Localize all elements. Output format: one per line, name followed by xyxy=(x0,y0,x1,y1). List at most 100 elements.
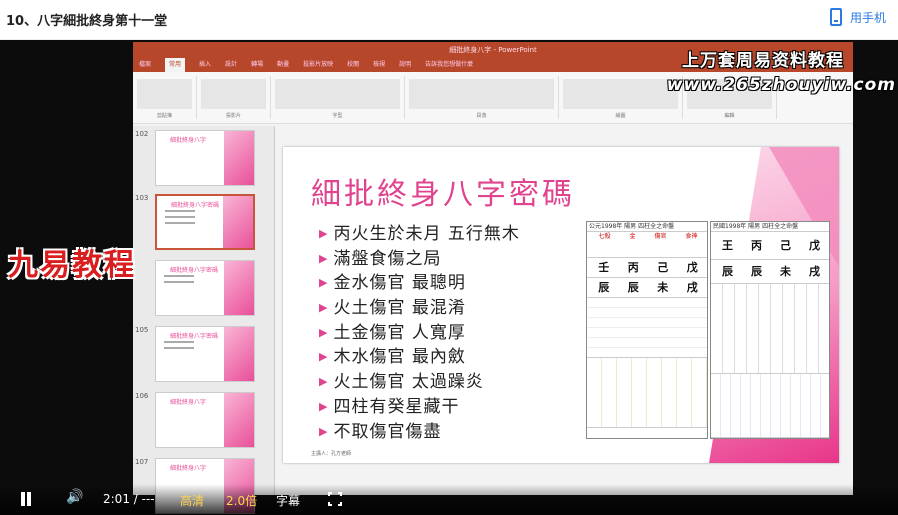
bullet-item: 木水傷官 最內斂 xyxy=(319,342,520,367)
chart-branches-row: 辰 辰 未 戌 xyxy=(711,260,829,284)
bullet-item: 金水傷官 最聰明 xyxy=(319,268,520,293)
ribbon-group: 繪圖 xyxy=(563,76,683,119)
slide-thumbnail[interactable]: 細批終身八字 xyxy=(155,130,255,186)
chart-branch: 辰 xyxy=(627,281,639,294)
ribbon-group: 投影片 xyxy=(201,76,271,119)
bullet-item: 四柱有癸星藏干 xyxy=(319,392,520,417)
chart-luck-grid xyxy=(711,374,829,438)
ribbon-group-label: 字型 xyxy=(332,113,343,119)
chart-detail-grid xyxy=(711,284,829,374)
page-title: 10、八字細批終身第十一堂 xyxy=(6,14,168,29)
bullet-item: 火土傷官 最混淆 xyxy=(319,293,520,318)
chart-branch: 未 xyxy=(657,281,669,294)
chart-stem: 戊 xyxy=(809,239,820,252)
current-slide: 細批終身八字密碼 丙火生於未月 五行無木 滿盤食傷之局 金水傷官 最聰明 火土傷… xyxy=(283,147,839,463)
pause-icon[interactable] xyxy=(20,492,32,506)
slide-thumbnail[interactable]: 細批終身八字密碼 xyxy=(155,260,255,316)
thumb-number: 102 xyxy=(135,130,149,138)
chart-gods-row: 七殺 金 傷官 食神 xyxy=(587,232,707,258)
slide-footer: 主講人：孔方老師 xyxy=(311,451,352,457)
thumb-title: 細批終身八字密碼 xyxy=(170,267,219,274)
chart-stems-row: 壬 丙 己 戊 xyxy=(587,258,707,278)
thumb-title: 細批終身八字密碼 xyxy=(170,333,219,340)
ribbon-group: 字型 xyxy=(275,76,405,119)
slide-thumbnail[interactable]: 細批終身八字 xyxy=(155,392,255,448)
slide-thumbnail[interactable]: 細批終身八字密碼 xyxy=(155,326,255,382)
ribbon-group-label: 繪圖 xyxy=(615,113,626,119)
ppt-tab: 校閱 xyxy=(347,61,360,68)
mobile-view-button[interactable]: 用手机 xyxy=(829,8,886,26)
quality-button[interactable]: 高清 xyxy=(180,492,204,509)
ppt-tab: 常用 xyxy=(165,58,186,72)
ribbon-group-label: 編輯 xyxy=(724,113,735,119)
chart-branches-row: 辰 辰 未 戌 xyxy=(587,278,707,298)
chart-detail-grid xyxy=(587,298,707,358)
mobile-label: 用手机 xyxy=(849,10,886,25)
chart-luck-grid xyxy=(587,358,707,428)
slide-thumbnails-pane: 102 細批終身八字 103 細批終身八字密碼 細批終身八字密碼 105 細批終… xyxy=(133,126,275,514)
ppt-tab: 設計 xyxy=(225,61,238,68)
thumb-number: 103 xyxy=(135,194,149,202)
slide-title: 細批終身八字密碼 xyxy=(311,177,575,212)
chart-cell: 金 xyxy=(629,233,636,240)
video-player[interactable]: 細批終身八字 - PowerPoint 檔案 常用 插入 設計 轉場 動畫 投影… xyxy=(0,40,898,515)
ppt-tab: 說明 xyxy=(399,61,412,68)
slide-bullets: 丙火生於未月 五行無木 滿盤食傷之局 金水傷官 最聰明 火土傷官 最混淆 土金傷… xyxy=(319,219,520,442)
bullet-item: 丙火生於未月 五行無木 xyxy=(319,219,520,244)
chart-stem: 王 xyxy=(722,239,733,252)
ppt-tab: 檢視 xyxy=(373,61,386,68)
chart-branch: 辰 xyxy=(722,265,733,278)
thumb-title: 細批終身八字密碼 xyxy=(171,202,220,209)
chart-stems-row: 王 丙 己 戊 xyxy=(711,232,829,260)
phone-icon xyxy=(829,8,842,26)
thumb-number: 105 xyxy=(135,326,149,334)
thumb-number: 107 xyxy=(135,458,149,466)
ppt-tab: 投影片放映 xyxy=(303,61,334,68)
slide-thumbnail-selected[interactable]: 細批終身八字密碼 xyxy=(155,194,255,250)
ppt-tab: 檔案 xyxy=(139,61,152,68)
fullscreen-icon[interactable] xyxy=(328,492,342,506)
bullet-item: 土金傷官 人寬厚 xyxy=(319,318,520,343)
thumb-title: 細批終身八字 xyxy=(170,465,207,472)
chart-stem: 己 xyxy=(657,261,669,274)
volume-icon[interactable]: 🔊 xyxy=(66,489,83,505)
chart-header: 民國1998年 陽男 四柱全之命盤 xyxy=(711,222,829,232)
ribbon-group-label: 段落 xyxy=(476,113,487,119)
bazi-chart-left: 公元1998年 陽男 四柱全之命盤 七殺 金 傷官 食神 壬 丙 己 戊 辰 辰… xyxy=(586,221,708,439)
speed-button[interactable]: 2.0倍 xyxy=(226,492,257,509)
chart-header: 公元1998年 陽男 四柱全之命盤 xyxy=(587,222,707,232)
ribbon-group: 剪貼簿 xyxy=(137,76,197,119)
chart-cell: 七殺 xyxy=(598,233,611,240)
page-header: 10、八字細批終身第十一堂 用手机 xyxy=(0,0,898,40)
watermark-url: www.265zhouyiw.com xyxy=(666,75,896,95)
chart-branch: 辰 xyxy=(751,265,762,278)
chart-branch: 戌 xyxy=(809,265,820,278)
powerpoint-window: 細批終身八字 - PowerPoint 檔案 常用 插入 設計 轉場 動畫 投影… xyxy=(133,42,853,514)
player-controls: 🔊 2:01 / --- 高清 2.0倍 字幕 xyxy=(0,484,898,515)
ppt-tab: 轉場 xyxy=(251,61,264,68)
ribbon-group-label: 剪貼簿 xyxy=(156,113,172,119)
ppt-tab: 插入 xyxy=(199,61,212,68)
ribbon-group-label: 投影片 xyxy=(225,113,241,119)
chart-branch: 戌 xyxy=(686,281,698,294)
chart-cell: 傷官 xyxy=(654,233,667,240)
thumb-title: 細批終身八字 xyxy=(170,137,207,144)
watermark-text: 上万套周易资料教程 xyxy=(682,51,844,71)
bazi-chart-right: 民國1998年 陽男 四柱全之命盤 王 丙 己 戊 辰 辰 未 戌 xyxy=(710,221,830,439)
ppt-tab: 動畫 xyxy=(277,61,290,68)
subtitles-button[interactable]: 字幕 xyxy=(276,492,300,509)
bullet-item: 滿盤食傷之局 xyxy=(319,244,520,269)
chart-branch: 辰 xyxy=(598,281,610,294)
chart-stem: 壬 xyxy=(598,261,610,274)
chart-cell: 食神 xyxy=(685,233,698,240)
chart-stem: 丙 xyxy=(627,261,639,274)
ppt-tab: 告訴我您想做什麼 xyxy=(425,61,474,68)
chart-stem: 戊 xyxy=(686,261,698,274)
ribbon-group: 段落 xyxy=(409,76,559,119)
chart-branch: 未 xyxy=(780,265,791,278)
chart-stem: 丙 xyxy=(751,239,762,252)
bullet-item: 火土傷官 太過躁炎 xyxy=(319,367,520,392)
time-display: 2:01 / --- xyxy=(103,492,155,506)
thumb-title: 細批終身八字 xyxy=(170,399,207,406)
thumb-number: 106 xyxy=(135,392,149,400)
